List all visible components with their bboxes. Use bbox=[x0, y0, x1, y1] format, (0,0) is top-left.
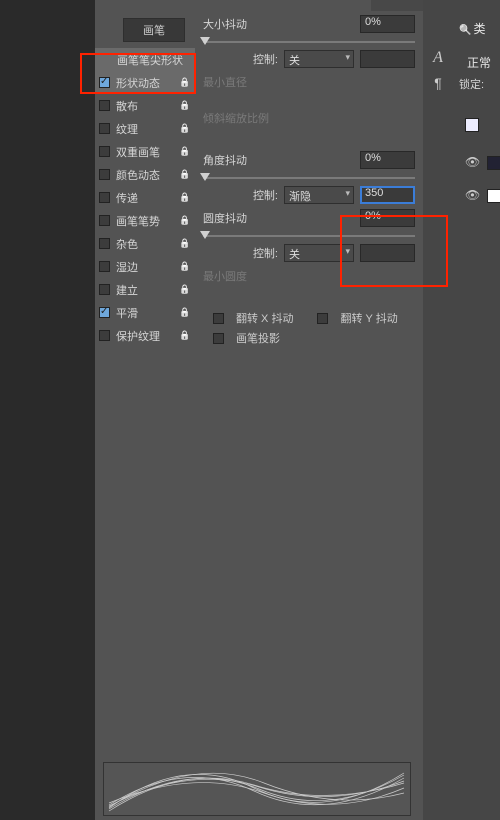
brush-option-10[interactable]: 平滑 bbox=[95, 301, 195, 324]
size-jitter-slider[interactable] bbox=[203, 34, 415, 48]
lock-icon[interactable] bbox=[179, 238, 191, 250]
checkbox-icon[interactable] bbox=[99, 146, 110, 157]
brush-list: 画笔笔尖形状 形状动态散布纹理双重画笔颜色动态传递画笔笔势杂色湿边建立平滑保护纹… bbox=[95, 48, 195, 347]
checkbox-icon[interactable] bbox=[99, 192, 110, 203]
brush-tip-header[interactable]: 画笔笔尖形状 bbox=[95, 48, 195, 71]
lock-icon[interactable] bbox=[179, 169, 191, 181]
checkbox-icon[interactable] bbox=[99, 169, 110, 180]
brush-projection-checkbox[interactable]: 画笔投影 bbox=[213, 330, 280, 346]
control3-row: 控制: 关 bbox=[195, 242, 423, 264]
lock-icon[interactable] bbox=[179, 261, 191, 273]
round-jitter-row: 圆度抖动 0% bbox=[195, 206, 423, 228]
brush-option-9[interactable]: 建立 bbox=[95, 278, 195, 301]
text-tool-icon[interactable]: A bbox=[426, 47, 450, 69]
min-diameter-row: 最小直径 bbox=[195, 70, 423, 92]
control3-select[interactable]: 关 bbox=[284, 244, 354, 262]
tilt-scale-row: 倾斜缩放比例 bbox=[195, 106, 423, 128]
brush-option-4[interactable]: 颜色动态 bbox=[95, 163, 195, 186]
brush-option-1[interactable]: 散布 bbox=[95, 94, 195, 117]
lock-icon[interactable] bbox=[179, 77, 191, 89]
brush-option-3[interactable]: 双重画笔 bbox=[95, 140, 195, 163]
lock-icon[interactable] bbox=[179, 215, 191, 227]
min-round-row: 最小圆度 bbox=[195, 264, 423, 286]
brush-option-8[interactable]: 湿边 bbox=[95, 255, 195, 278]
layer-thumb-icon bbox=[465, 118, 479, 132]
checkbox-icon[interactable] bbox=[99, 307, 110, 318]
flip-y-checkbox[interactable]: 翻转 Y 抖动 bbox=[317, 310, 397, 326]
checkbox-icon[interactable] bbox=[99, 238, 110, 249]
checkbox-icon[interactable] bbox=[99, 284, 110, 295]
lock-icon[interactable] bbox=[179, 123, 191, 135]
brush-option-2[interactable]: 纹理 bbox=[95, 117, 195, 140]
search-type[interactable]: 类 bbox=[459, 20, 485, 37]
brush-option-5[interactable]: 传递 bbox=[95, 186, 195, 209]
brush-option-0[interactable]: 形状动态 bbox=[95, 71, 195, 94]
brush-preview bbox=[103, 762, 411, 816]
layer-thumb-icon bbox=[487, 189, 500, 203]
lock-icon[interactable] bbox=[179, 146, 191, 158]
brush-option-6[interactable]: 画笔笔势 bbox=[95, 209, 195, 232]
round-jitter-field[interactable]: 0% bbox=[360, 209, 415, 227]
control1-field[interactable] bbox=[360, 50, 415, 68]
paragraph-tool-icon[interactable]: ¶ bbox=[426, 72, 450, 94]
layer-thumb-icon bbox=[487, 156, 500, 170]
control1-row: 控制: 关 bbox=[195, 48, 423, 70]
lock-icon[interactable] bbox=[179, 284, 191, 296]
layer-row-3[interactable]: 👁 bbox=[465, 188, 500, 204]
size-jitter-row: 大小抖动 0% bbox=[195, 12, 423, 34]
control2-row: 控制: 渐隐 350 bbox=[195, 184, 423, 206]
lock-label: 锁定: bbox=[459, 76, 484, 92]
lock-icon[interactable] bbox=[179, 192, 191, 204]
eye-icon[interactable]: 👁 bbox=[465, 188, 481, 204]
eye-icon[interactable]: 👁 bbox=[465, 155, 481, 171]
brush-option-7[interactable]: 杂色 bbox=[95, 232, 195, 255]
checkbox-icon[interactable] bbox=[99, 77, 110, 88]
blend-mode[interactable]: 正常 bbox=[467, 54, 491, 71]
control2-select[interactable]: 渐隐 bbox=[284, 186, 354, 204]
angle-jitter-row: 角度抖动 0% bbox=[195, 148, 423, 170]
lock-icon[interactable] bbox=[179, 307, 191, 319]
angle-jitter-slider[interactable] bbox=[203, 170, 415, 184]
checkbox-icon[interactable] bbox=[99, 261, 110, 272]
checkbox-icon[interactable] bbox=[99, 215, 110, 226]
tab-brush[interactable]: 画笔 bbox=[123, 18, 185, 42]
control3-field[interactable] bbox=[360, 244, 415, 262]
lock-icon[interactable] bbox=[179, 100, 191, 112]
round-jitter-slider[interactable] bbox=[203, 228, 415, 242]
layer-row-2[interactable]: 👁 bbox=[465, 155, 500, 171]
angle-jitter-field[interactable]: 0% bbox=[360, 151, 415, 169]
checkbox-icon[interactable] bbox=[99, 330, 110, 341]
flip-x-checkbox[interactable]: 翻转 X 抖动 bbox=[213, 310, 293, 326]
control1-select[interactable]: 关 bbox=[284, 50, 354, 68]
control2-field[interactable]: 350 bbox=[360, 186, 415, 204]
size-jitter-field[interactable]: 0% bbox=[360, 15, 415, 33]
brush-option-11[interactable]: 保护纹理 bbox=[95, 324, 195, 347]
checkbox-icon[interactable] bbox=[99, 123, 110, 134]
lock-icon[interactable] bbox=[179, 330, 191, 342]
layer-row-1[interactable] bbox=[465, 118, 479, 132]
checkbox-icon[interactable] bbox=[99, 100, 110, 111]
